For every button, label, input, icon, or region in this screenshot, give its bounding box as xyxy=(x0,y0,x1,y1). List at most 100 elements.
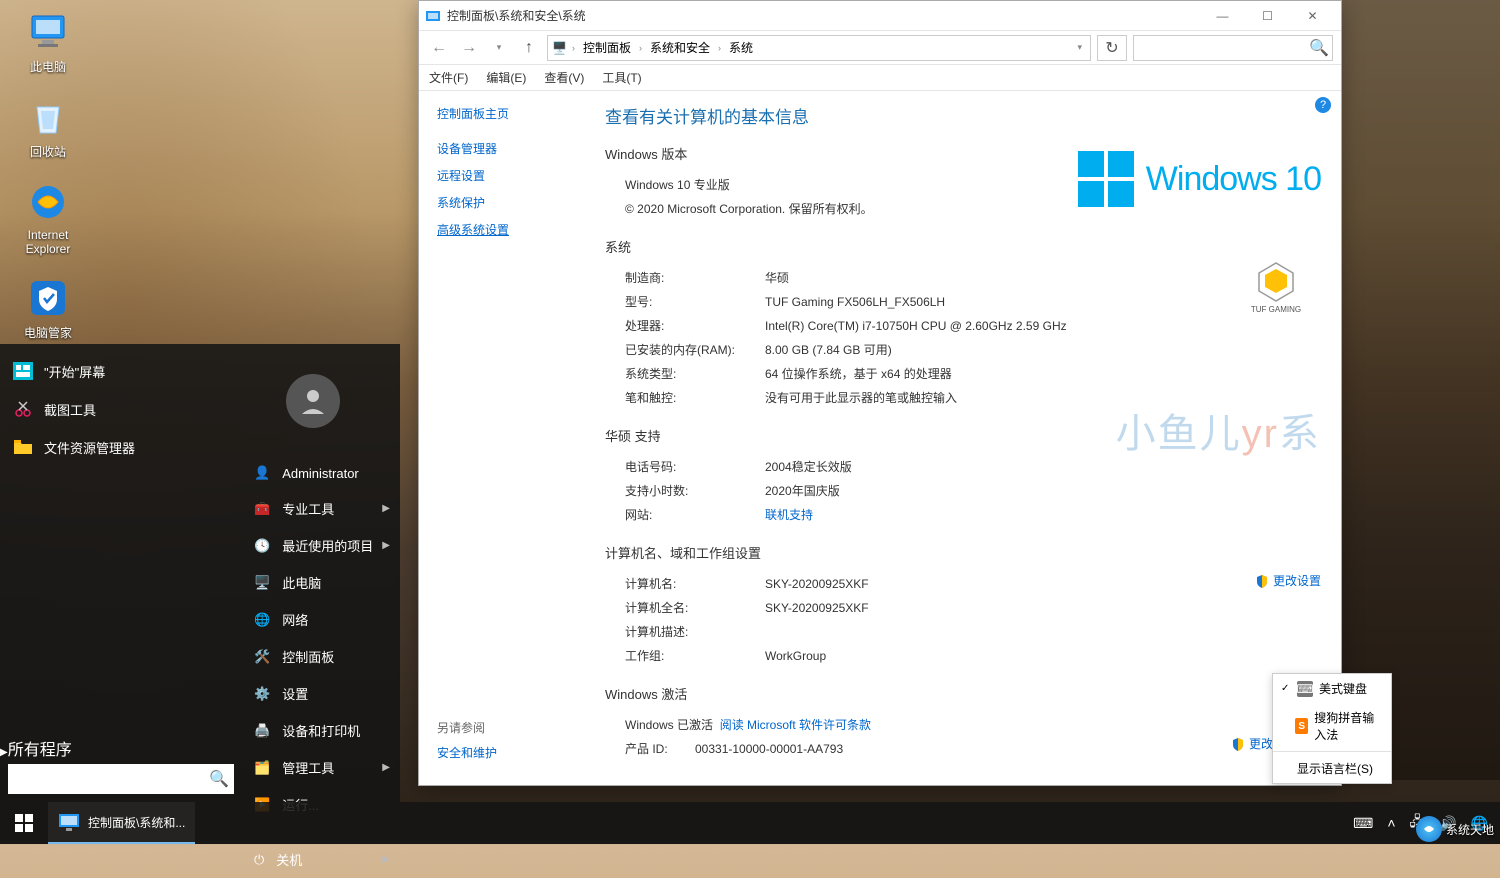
windows-icon xyxy=(15,814,33,832)
tile-label: 文件资源管理器 xyxy=(44,438,135,457)
ime-item-us[interactable]: ✓⌨美式键盘 xyxy=(1273,674,1391,703)
gear-icon: ⚙️ xyxy=(254,686,270,702)
brand-text: 系统天地 xyxy=(1446,821,1494,838)
divider xyxy=(1273,751,1391,752)
ime-item-sogou[interactable]: S搜狗拼音输入法 xyxy=(1273,703,1391,749)
sm-label: 设置 xyxy=(282,684,308,703)
menu-file[interactable]: 文件(F) xyxy=(429,69,468,86)
start-tile-start-screen[interactable]: "开始"屏幕 xyxy=(0,352,240,390)
change-settings-text: 更改设置 xyxy=(1273,572,1321,589)
shield-app-icon xyxy=(26,276,70,320)
wm-b: yr xyxy=(1242,412,1279,456)
v-cname: SKY-20200925XKF xyxy=(765,575,1321,593)
sm-recent[interactable]: 🕓最近使用的项目▶ xyxy=(240,527,400,564)
wm-c: 系 xyxy=(1279,412,1321,456)
taskbar-item-system[interactable]: 控制面板\系统和... xyxy=(48,802,195,844)
breadcrumb-box[interactable]: 🖥️› 控制面板› 系统和安全› 系统 ▾ xyxy=(547,35,1091,61)
k-hours: 支持小时数: xyxy=(625,482,765,500)
sidepane-home[interactable]: 控制面板主页 xyxy=(437,105,581,122)
windows-logo-text: Windows 10 xyxy=(1146,160,1321,199)
user-avatar[interactable] xyxy=(286,374,340,428)
desktop-icon-pcmgr[interactable]: 电脑管家 xyxy=(12,276,84,341)
v-hours: 2020年国庆版 xyxy=(765,482,1321,500)
v-wg: WorkGroup xyxy=(765,647,1321,665)
see-also-link[interactable]: 安全和维护 xyxy=(437,744,497,761)
sm-admin-tools[interactable]: 🗂️管理工具▶ xyxy=(240,749,400,786)
link-advanced[interactable]: 高级系统设置 xyxy=(437,221,581,238)
nav-forward[interactable]: → xyxy=(457,36,481,60)
v-type: 64 位操作系统，基于 x64 的处理器 xyxy=(765,365,1321,383)
k-wg: 工作组: xyxy=(625,647,765,665)
sm-pro-tools[interactable]: 🧰专业工具▶ xyxy=(240,490,400,527)
taskbar-item-label: 控制面板\系统和... xyxy=(88,814,185,831)
system-window: 控制面板\系统和安全\系统 — ☐ ✕ ← → ▾ ↑ 🖥️› 控制面板› 系统… xyxy=(418,0,1342,786)
minimize-button[interactable]: — xyxy=(1200,1,1245,30)
toolbox-icon: 🧰 xyxy=(254,501,270,517)
link-protection[interactable]: 系统保护 xyxy=(437,194,581,211)
v-cfull: SKY-20200925XKF xyxy=(765,599,1321,617)
watermark: 小鱼儿yr系 xyxy=(1116,401,1321,459)
start-search-input[interactable] xyxy=(8,772,204,786)
sm-power[interactable]: ⏻关机▶ xyxy=(240,841,400,878)
ime-show-langbar[interactable]: 显示语言栏(S) xyxy=(1273,754,1391,783)
desktop-icon-ie[interactable]: Internet Explorer xyxy=(12,180,84,256)
site-brand: 系统天地 xyxy=(1416,816,1494,842)
link-device-manager[interactable]: 设备管理器 xyxy=(437,140,581,157)
activation-status: Windows 已激活 xyxy=(625,718,713,732)
globe-icon: 🌐 xyxy=(254,612,270,628)
search-icon[interactable]: 🔍 xyxy=(1306,38,1332,58)
all-programs-label: 所有程序 xyxy=(8,742,72,759)
sm-control-panel[interactable]: 🛠️控制面板 xyxy=(240,638,400,675)
license-terms-link[interactable]: 阅读 Microsoft 软件许可条款 xyxy=(720,718,871,732)
refresh-button[interactable]: ↻ xyxy=(1097,35,1127,61)
start-button[interactable] xyxy=(0,802,48,844)
crumb-control-panel[interactable]: 控制面板 xyxy=(580,37,634,58)
menu-edit[interactable]: 编辑(E) xyxy=(486,69,526,86)
windows-logo: Windows 10 xyxy=(1078,151,1321,207)
nav-up[interactable]: ↑ xyxy=(517,36,541,60)
menu-tools[interactable]: 工具(T) xyxy=(602,69,641,86)
sm-label: 设备和打印机 xyxy=(282,721,360,740)
sm-devices-printers[interactable]: 🖨️设备和打印机 xyxy=(240,712,400,749)
oem-site-link[interactable]: 联机支持 xyxy=(765,508,813,522)
start-search[interactable]: 🔍 xyxy=(8,764,234,794)
chevron-right-icon: ▶ xyxy=(382,503,390,514)
tile-label: "开始"屏幕 xyxy=(44,362,105,381)
chevron-right-icon: › xyxy=(715,43,724,53)
desktop-icon-this-pc[interactable]: 此电脑 xyxy=(12,10,84,75)
v-phone: 2004稳定长效版 xyxy=(765,458,1321,476)
close-button[interactable]: ✕ xyxy=(1290,1,1335,30)
start-tile-explorer[interactable]: 文件资源管理器 xyxy=(0,428,240,466)
main-pane: 查看有关计算机的基本信息 Windows 版本 Windows 10 专业版 ©… xyxy=(599,91,1341,785)
start-all-programs[interactable]: ▶所有程序 xyxy=(0,736,240,760)
chevron-down-icon[interactable]: ▾ xyxy=(1073,42,1086,53)
titlebar[interactable]: 控制面板\系统和安全\系统 — ☐ ✕ xyxy=(419,1,1341,31)
tray-chevron-up-icon[interactable]: ˄ xyxy=(1383,815,1399,831)
menu-view[interactable]: 查看(V) xyxy=(544,69,584,86)
sm-label: 此电脑 xyxy=(282,573,321,592)
sm-label: Administrator xyxy=(282,466,359,481)
link-remote[interactable]: 远程设置 xyxy=(437,167,581,184)
maximize-button[interactable]: ☐ xyxy=(1245,1,1290,30)
desktop-icon-label: 电脑管家 xyxy=(12,324,84,341)
check-icon: ✓ xyxy=(1281,683,1291,694)
nav-recent[interactable]: ▾ xyxy=(487,36,511,60)
nav-back[interactable]: ← xyxy=(427,36,451,60)
search-input[interactable] xyxy=(1134,41,1306,55)
desktop-icon-recycle[interactable]: 回收站 xyxy=(12,95,84,160)
pc-icon: 🖥️ xyxy=(552,41,567,55)
start-tile-snip[interactable]: 截图工具 xyxy=(0,390,240,428)
start-menu-right: 👤Administrator 🧰专业工具▶ 🕓最近使用的项目▶ 🖥️此电脑 🌐网… xyxy=(240,344,400,802)
k-manufacturer: 制造商: xyxy=(625,269,765,287)
sm-this-pc[interactable]: 🖥️此电脑 xyxy=(240,564,400,601)
crumb-system-security[interactable]: 系统和安全 xyxy=(647,37,713,58)
change-settings-link[interactable]: 更改设置 xyxy=(1255,572,1321,589)
sm-settings[interactable]: ⚙️ 设置 xyxy=(240,675,400,712)
brand-logo-icon xyxy=(1416,816,1442,842)
sm-network[interactable]: 🌐网络 xyxy=(240,601,400,638)
tray-keyboard-icon[interactable]: ⌨ xyxy=(1349,815,1377,832)
search-box[interactable]: 🔍 xyxy=(1133,35,1333,61)
sm-user[interactable]: 👤Administrator xyxy=(240,456,400,490)
ime-label: 美式键盘 xyxy=(1319,680,1367,697)
crumb-system[interactable]: 系统 xyxy=(726,37,756,58)
